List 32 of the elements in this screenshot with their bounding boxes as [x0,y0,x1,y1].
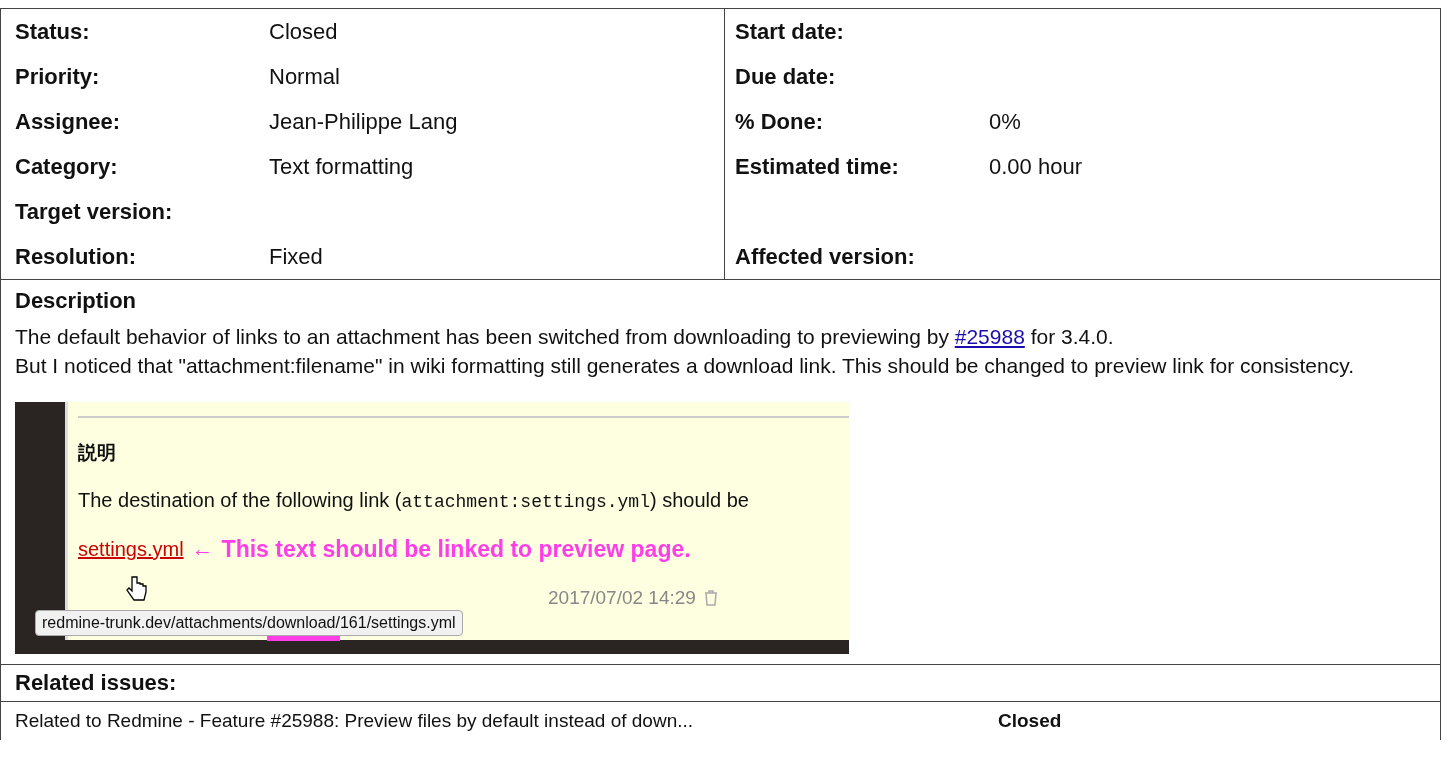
field-value: 0% [989,108,1021,136]
arrow-text: ← [191,535,214,564]
field-label: % Done: [734,108,824,136]
field-label: Target version: [14,198,174,226]
hand-cursor-icon [125,575,147,603]
description-text: The default behavior of links to an attachment has been switched from downloading to previewing by #25988 for 3.4.0. But I noticed that "attachment:filename" in wiki formatting still generates a download link. This should be changed to preview link for consistency. [15,324,1355,379]
field-label: Resolution: [14,243,137,271]
pane-sentence: The destination of the following link (attachment:settings.yml) should be [78,487,750,514]
field-value: 0.00 hour [989,153,1082,181]
field-value: Jean-Philippe Lang [269,108,458,136]
field-label: Start date: [734,18,845,46]
file-link[interactable]: settings.yml [78,533,184,564]
field-value: Closed [269,18,338,46]
field-label: Status: [14,18,91,46]
section-title: Description [15,287,138,315]
field-label: Assignee: [14,108,122,136]
pane-heading: 説明 [78,440,116,465]
field-label: Category: [14,153,119,181]
issue-link[interactable]: #25988 [954,325,1025,348]
field-value: Normal [269,63,340,91]
field-value: Text formatting [269,153,414,181]
field-label: Affected version: [734,243,916,271]
annotation-text: This text should be linked to preview page. [221,534,691,564]
trash-icon [703,590,718,607]
related-issue-link[interactable]: Related to Redmine - Feature #25988: Preview files by default instead of down... [15,702,998,740]
field-label: Due date: [734,63,837,91]
issue-status: Closed [998,709,1062,733]
section-title: Related issues: [14,669,178,697]
attachment-date: 2017/07/02 14:29 [548,586,696,610]
field-label: Estimated time: [734,153,900,181]
field-value: Fixed [269,243,323,271]
field-label: Priority: [14,63,101,91]
